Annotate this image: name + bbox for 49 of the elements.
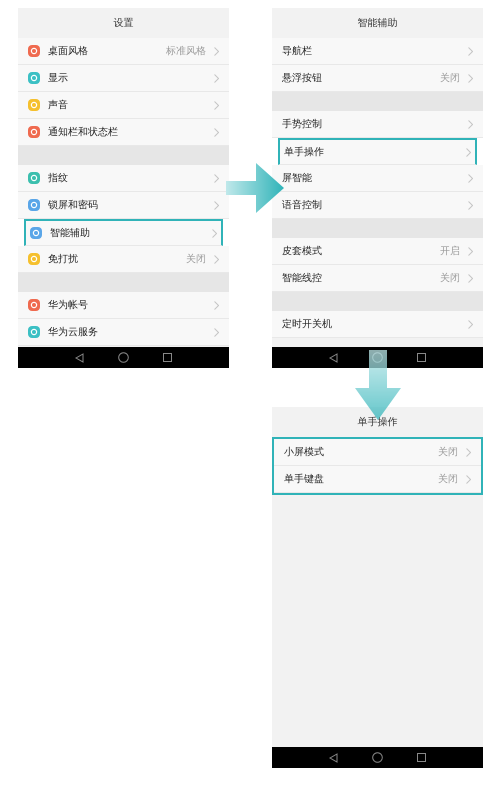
item-value: 标准风格 xyxy=(166,44,206,58)
item-label: 华为云服务 xyxy=(48,326,98,340)
item-label: 指纹 xyxy=(48,172,68,186)
list-item[interactable]: 声音 xyxy=(18,92,229,119)
item-label: 小屏模式 xyxy=(284,446,324,460)
item-value: 关闭 xyxy=(440,272,460,286)
item-label: 声音 xyxy=(48,98,68,112)
list-item[interactable]: 悬浮按钮 关闭 xyxy=(272,65,483,92)
item-label: 皮套模式 xyxy=(282,244,322,258)
list-item[interactable]: 华为云服务 xyxy=(18,319,229,346)
list-item[interactable]: 屏智能 xyxy=(272,165,483,192)
item-label: 智能辅助 xyxy=(50,226,90,240)
list-item[interactable]: 免打扰 关闭 xyxy=(18,246,229,273)
item-label: 悬浮按钮 xyxy=(282,72,322,86)
item-label: 华为帐号 xyxy=(48,298,88,312)
list-item[interactable]: 锁屏和密码 xyxy=(18,192,229,219)
item-value: 关闭 xyxy=(440,72,460,86)
list-item[interactable]: 皮套模式 开启 xyxy=(272,238,483,265)
list-item[interactable]: 手势控制 xyxy=(272,111,483,138)
list-item[interactable]: 华为帐号 xyxy=(18,292,229,319)
item-label: 导航栏 xyxy=(282,44,312,58)
item-label: 语音控制 xyxy=(282,198,322,212)
item-label: 屏智能 xyxy=(282,172,312,186)
item-value: 开启 xyxy=(440,244,460,258)
item-value: 关闭 xyxy=(438,446,458,460)
list-item[interactable]: 通知栏和状态栏 xyxy=(18,119,229,146)
list-item[interactable]: 指纹 xyxy=(18,165,229,192)
item-label: 锁屏和密码 xyxy=(48,198,98,212)
list-item[interactable]: 桌面风格 标准风格 xyxy=(18,38,229,65)
list-item[interactable]: 导航栏 xyxy=(272,38,483,65)
list-item[interactable]: 智能辅助 xyxy=(24,219,223,246)
list-item[interactable]: 单手键盘 关闭 xyxy=(274,466,481,493)
item-label: 定时开关机 xyxy=(282,318,332,332)
item-label: 单手键盘 xyxy=(284,472,324,486)
list-item[interactable]: 智能线控 关闭 xyxy=(272,265,483,292)
list-item[interactable]: 显示 xyxy=(18,65,229,92)
item-label: 单手操作 xyxy=(284,146,324,160)
item-label: 通知栏和状态栏 xyxy=(48,126,118,140)
item-label: 显示 xyxy=(48,72,68,86)
item-value: 关闭 xyxy=(438,472,458,486)
list-item[interactable]: 小屏模式 关闭 xyxy=(274,439,481,466)
list-item[interactable]: 单手操作 xyxy=(278,138,477,165)
item-label: 智能线控 xyxy=(282,272,322,286)
list-item[interactable]: 语音控制 xyxy=(272,192,483,219)
list-item[interactable]: 定时开关机 xyxy=(272,311,483,338)
item-value: 关闭 xyxy=(186,252,206,266)
item-label: 桌面风格 xyxy=(48,44,88,58)
item-label: 免打扰 xyxy=(48,252,78,266)
item-label: 手势控制 xyxy=(282,118,322,132)
